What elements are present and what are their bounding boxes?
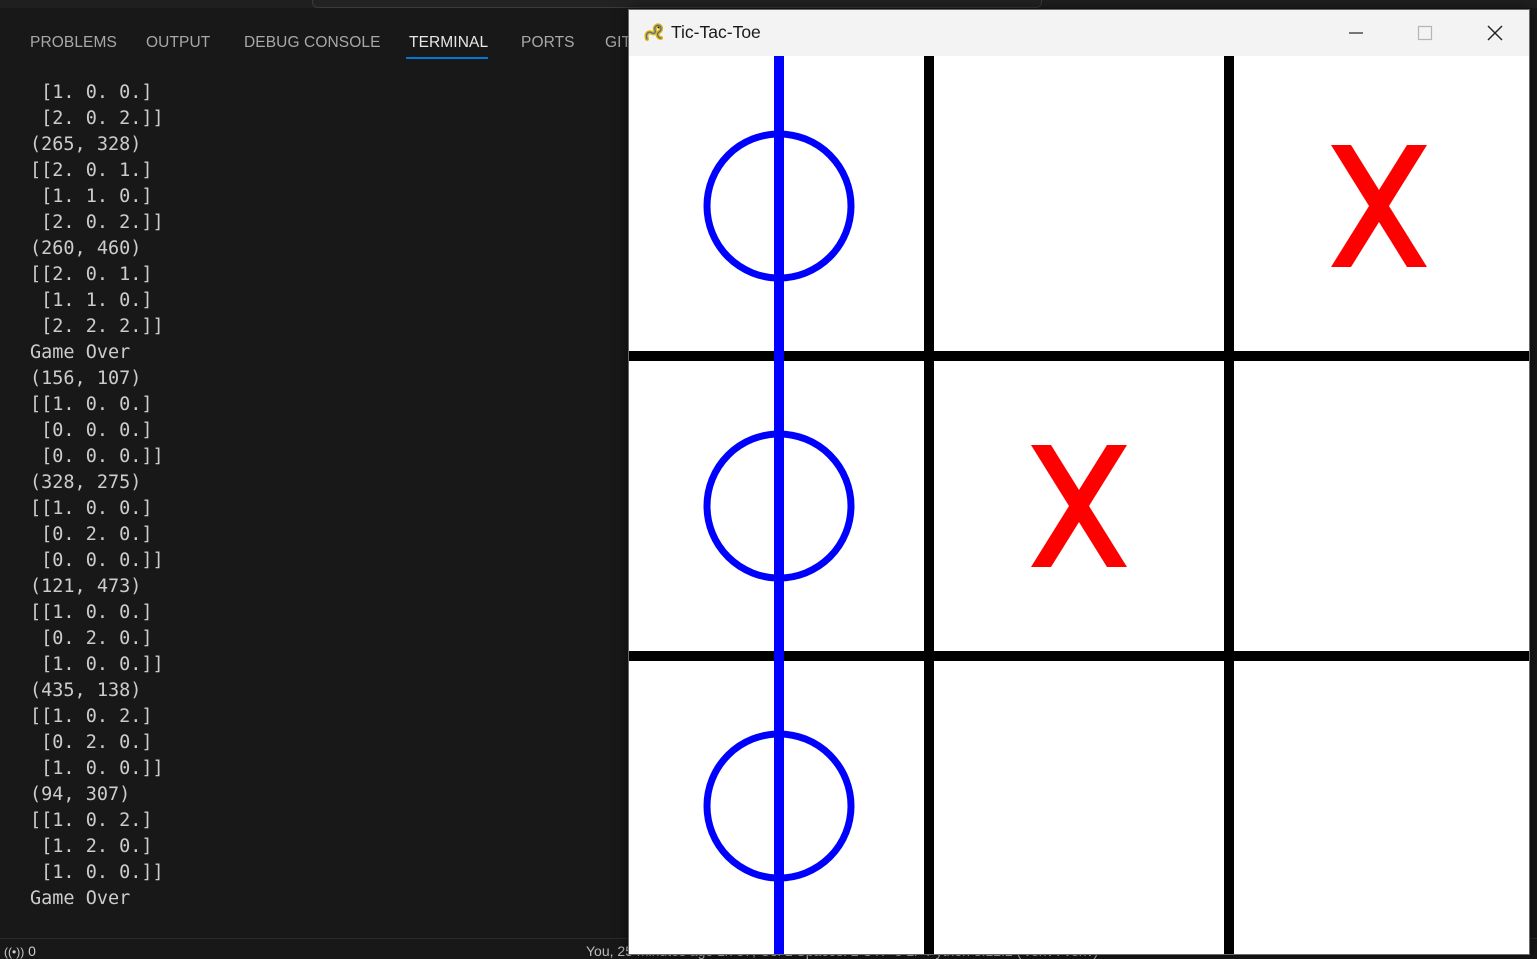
panel-tab-bar: PROBLEMS OUTPUT DEBUG CONSOLE TERMINAL P… bbox=[0, 16, 640, 68]
command-center[interactable] bbox=[312, 0, 1042, 8]
window-titlebar[interactable]: Tic-Tac-Toe bbox=[629, 10, 1529, 56]
terminal-line: [1. 1. 0.] bbox=[30, 186, 153, 207]
terminal-line: (435, 138) bbox=[30, 680, 142, 701]
terminal-line: [[2. 0. 1.] bbox=[30, 160, 153, 181]
terminal-output[interactable]: [1. 0. 0.] [2. 0. 2.]] (265, 328) [[2. 0. … bbox=[30, 80, 620, 930]
active-tab-indicator bbox=[406, 57, 488, 59]
terminal-line: [2. 2. 2.]] bbox=[30, 316, 164, 337]
pygame-snake-icon bbox=[644, 23, 664, 41]
close-button[interactable] bbox=[1461, 10, 1529, 56]
tab-debug-console[interactable]: DEBUG CONSOLE bbox=[244, 34, 381, 52]
tab-ports[interactable]: PORTS bbox=[521, 34, 575, 52]
terminal-line: (260, 460) bbox=[30, 238, 142, 259]
terminal-line: [0. 2. 0.] bbox=[30, 524, 153, 545]
terminal-line: [1. 0. 0.]] bbox=[30, 758, 164, 779]
terminal-line: [[1. 0. 2.] bbox=[30, 810, 153, 831]
terminal-line: [0. 2. 0.] bbox=[30, 628, 153, 649]
terminal-line: [[1. 0. 0.] bbox=[30, 394, 153, 415]
terminal-line: [2. 0. 2.]] bbox=[30, 108, 164, 129]
title-bar bbox=[0, 0, 1537, 8]
terminal-line: [1. 0. 0.]] bbox=[30, 862, 164, 883]
terminal-line: [1. 0. 0.] bbox=[30, 82, 153, 103]
terminal-line: [0. 0. 0.] bbox=[30, 420, 153, 441]
terminal-line: [1. 1. 0.] bbox=[30, 290, 153, 311]
terminal-line: [[1. 0. 2.] bbox=[30, 706, 153, 727]
terminal-line: (94, 307) bbox=[30, 784, 131, 805]
terminal-line: [1. 2. 0.] bbox=[30, 836, 153, 857]
tic-tac-toe-window: Tic-Tac-Toe bbox=[628, 9, 1530, 955]
terminal-line: [2. 0. 2.]] bbox=[30, 212, 164, 233]
terminal-line: Game Over bbox=[30, 888, 131, 909]
terminal-line: [[1. 0. 0.] bbox=[30, 498, 153, 519]
terminal-line: (265, 328) bbox=[30, 134, 142, 155]
terminal-line: [0. 0. 0.]] bbox=[30, 446, 164, 467]
tab-output[interactable]: OUTPUT bbox=[146, 34, 210, 52]
game-board[interactable] bbox=[629, 56, 1529, 954]
ports-status[interactable]: ((•)) 0 bbox=[4, 943, 36, 959]
broadcast-icon: ((•)) bbox=[4, 945, 25, 959]
x-mark bbox=[1031, 445, 1127, 567]
terminal-line: [0. 2. 0.] bbox=[30, 732, 153, 753]
window-title: Tic-Tac-Toe bbox=[671, 22, 761, 42]
terminal-line: (121, 473) bbox=[30, 576, 142, 597]
tab-terminal[interactable]: TERMINAL bbox=[409, 34, 488, 52]
terminal-line: [1. 0. 0.]] bbox=[30, 654, 164, 675]
game-board-canvas[interactable] bbox=[629, 56, 1529, 954]
tab-problems[interactable]: PROBLEMS bbox=[30, 34, 117, 52]
terminal-line: [0. 0. 0.]] bbox=[30, 550, 164, 571]
minimize-button[interactable] bbox=[1321, 10, 1389, 56]
terminal-line: (156, 107) bbox=[30, 368, 142, 389]
minimize-icon bbox=[1349, 32, 1363, 34]
close-icon bbox=[1487, 25, 1503, 41]
maximize-button[interactable] bbox=[1390, 10, 1458, 56]
maximize-icon bbox=[1417, 25, 1433, 41]
terminal-line: [[2. 0. 1.] bbox=[30, 264, 153, 285]
terminal-line: Game Over bbox=[30, 342, 131, 363]
terminal-line: [[1. 0. 0.] bbox=[30, 602, 153, 623]
terminal-line: (328, 275) bbox=[30, 472, 142, 493]
x-mark bbox=[1331, 145, 1427, 267]
ports-count: 0 bbox=[28, 943, 36, 959]
